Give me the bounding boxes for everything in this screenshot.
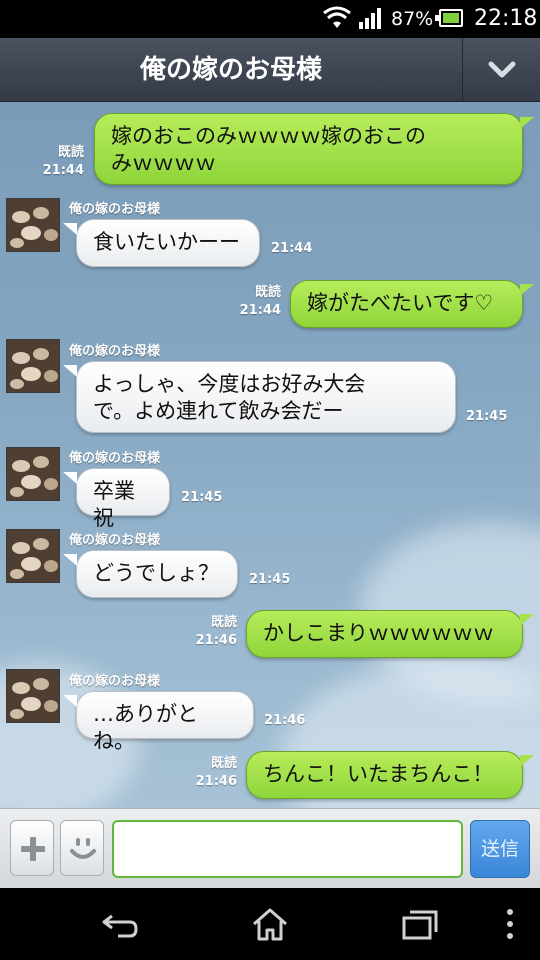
system-nav-bar bbox=[0, 888, 540, 960]
message-text: 食いたいかーー bbox=[93, 230, 240, 254]
read-receipt: 既読 bbox=[57, 145, 84, 160]
message-text: よっしゃ、今度はお好み大会 bbox=[93, 372, 366, 396]
recent-apps-icon[interactable] bbox=[400, 906, 440, 942]
message-meta: 既読 21:44 bbox=[40, 144, 84, 180]
chat-title: 俺の嫁のお母様 bbox=[139, 55, 322, 85]
sender-name: 俺の嫁のお母様 bbox=[69, 674, 161, 689]
message-text: で。よめ連れて飲み会だー bbox=[93, 399, 344, 423]
message-text: 卒業祝 bbox=[93, 479, 135, 530]
message-time: 21:45 bbox=[466, 409, 508, 424]
bubble-tail bbox=[63, 554, 77, 566]
battery-percent: 87% bbox=[391, 8, 434, 30]
outgoing-bubble[interactable]: かしこまりｗｗｗｗｗｗ bbox=[246, 610, 523, 658]
message-time: 21:46 bbox=[264, 713, 306, 728]
avatar[interactable] bbox=[6, 198, 60, 252]
avatar-image bbox=[7, 670, 59, 722]
outgoing-bubble[interactable]: 嫁がたべたいです♡ bbox=[290, 280, 523, 328]
incoming-bubble[interactable]: どうでしょ？ bbox=[76, 550, 238, 598]
wifi-icon bbox=[323, 6, 351, 28]
message-input-bar: 送信 bbox=[0, 808, 540, 888]
outgoing-bubble[interactable]: ちんこ！いたまちんこ！ bbox=[246, 751, 523, 799]
avatar-image bbox=[7, 199, 59, 251]
message-text: みｗｗｗｗ bbox=[111, 151, 216, 175]
message-time: 21:44 bbox=[42, 163, 84, 178]
message-time: 21:46 bbox=[195, 633, 237, 648]
chat-area[interactable]: 既読 21:44 嫁のおこのみｗｗｗｗ嫁のおこの みｗｗｗｗ 俺の嫁のお母様 食… bbox=[0, 102, 540, 808]
battery-icon bbox=[435, 9, 463, 27]
message-text: どうでしょ？ bbox=[93, 561, 219, 585]
chevron-down-icon bbox=[488, 61, 516, 78]
message-time: 21:45 bbox=[249, 572, 291, 587]
avatar-image bbox=[7, 340, 59, 392]
avatar[interactable] bbox=[6, 447, 60, 501]
home-icon[interactable] bbox=[250, 906, 290, 942]
overflow-menu-icon[interactable] bbox=[490, 906, 530, 942]
read-receipt: 既読 bbox=[254, 285, 281, 300]
back-icon[interactable] bbox=[100, 906, 140, 942]
send-button[interactable]: 送信 bbox=[470, 820, 530, 878]
message-time: 21:45 bbox=[181, 490, 223, 505]
read-receipt: 既読 bbox=[210, 756, 237, 771]
smiley-icon bbox=[70, 838, 96, 859]
bubble-tail bbox=[520, 614, 534, 626]
bubble-tail bbox=[63, 472, 77, 484]
avatar[interactable] bbox=[6, 529, 60, 583]
sticker-button[interactable] bbox=[60, 820, 104, 876]
incoming-bubble[interactable]: 卒業祝 bbox=[76, 468, 170, 530]
header-menu-button[interactable] bbox=[463, 38, 540, 102]
message-input[interactable] bbox=[112, 820, 463, 878]
sender-name: 俺の嫁のお母様 bbox=[69, 344, 161, 359]
bubble-tail bbox=[63, 695, 77, 707]
message-meta: 既読 21:46 bbox=[192, 755, 237, 791]
status-bar: 87% 22:18 bbox=[0, 0, 540, 38]
bubble-tail bbox=[520, 284, 534, 296]
bubble-tail bbox=[520, 117, 534, 129]
signal-icon bbox=[359, 8, 381, 29]
message-meta: 既読 21:46 bbox=[192, 614, 237, 650]
avatar-image bbox=[7, 530, 59, 582]
message-text: …ありがとね。 bbox=[93, 702, 198, 753]
message-text: 嫁のおこのみｗｗｗｗ嫁のおこの bbox=[111, 124, 426, 148]
message-time: 21:44 bbox=[271, 241, 313, 256]
chat-header: 俺の嫁のお母様 bbox=[0, 38, 540, 102]
incoming-bubble[interactable]: 食いたいかーー bbox=[76, 219, 260, 267]
avatar[interactable] bbox=[6, 669, 60, 723]
bubble-tail bbox=[63, 223, 77, 235]
incoming-bubble[interactable]: よっしゃ、今度はお好み大会 で。よめ連れて飲み会だー bbox=[76, 361, 456, 433]
message-meta: 既読 21:44 bbox=[236, 284, 281, 320]
attach-button[interactable] bbox=[10, 820, 54, 876]
bubble-tail bbox=[520, 755, 534, 767]
avatar-image bbox=[7, 448, 59, 500]
plus-icon bbox=[21, 837, 45, 861]
status-clock: 22:18 bbox=[474, 6, 538, 31]
message-text: かしこまりｗｗｗｗｗｗ bbox=[263, 621, 494, 645]
incoming-bubble[interactable]: …ありがとね。 bbox=[76, 691, 254, 753]
message-time: 21:46 bbox=[195, 774, 237, 789]
message-text: 嫁がたべたいです♡ bbox=[307, 291, 494, 315]
message-time: 21:44 bbox=[239, 303, 281, 318]
outgoing-bubble[interactable]: 嫁のおこのみｗｗｗｗ嫁のおこの みｗｗｗｗ bbox=[94, 113, 523, 185]
message-text: ちんこ！いたまちんこ！ bbox=[263, 762, 494, 786]
sender-name: 俺の嫁のお母様 bbox=[69, 451, 161, 466]
avatar[interactable] bbox=[6, 339, 60, 393]
sender-name: 俺の嫁のお母様 bbox=[69, 533, 161, 548]
bubble-tail bbox=[63, 365, 77, 377]
read-receipt: 既読 bbox=[210, 615, 237, 630]
sender-name: 俺の嫁のお母様 bbox=[69, 202, 161, 217]
